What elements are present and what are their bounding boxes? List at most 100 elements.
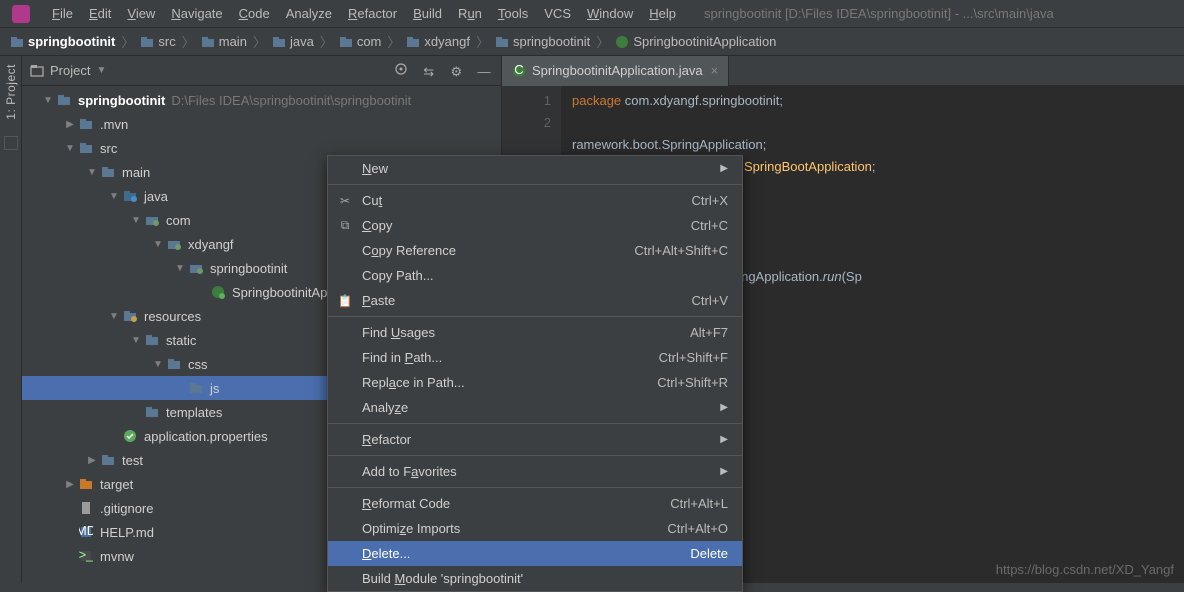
menu-item[interactable]: ⧉CopyCtrl+C: [328, 213, 742, 238]
menu-build[interactable]: Build: [405, 6, 450, 21]
tree-label: css: [188, 357, 208, 372]
code-line[interactable]: package com.xdyangf.springbootinit;: [572, 90, 1174, 112]
bookmark-icon[interactable]: [4, 136, 18, 150]
menu-item[interactable]: Reformat CodeCtrl+Alt+L: [328, 491, 742, 516]
breadcrumb-item[interactable]: 〉xdyangf: [381, 32, 470, 51]
tree-label: application.properties: [144, 429, 268, 444]
tree-label: resources: [144, 309, 201, 324]
breadcrumb: springbootinit〉src〉main〉java〉com〉xdyangf…: [0, 28, 1184, 56]
tree-arrow-icon[interactable]: ▼: [174, 263, 186, 274]
tree-arrow-icon[interactable]: ▼: [130, 335, 142, 346]
menu-item[interactable]: Add to Favorites▶: [328, 459, 742, 484]
breadcrumb-item[interactable]: 〉springbootinit: [470, 32, 590, 51]
menu-shortcut: Ctrl+C: [691, 218, 728, 233]
editor-tab[interactable]: C SpringbootinitApplication.java ×: [502, 56, 729, 86]
sh-icon: >_: [78, 548, 94, 564]
menu-tools[interactable]: Tools: [490, 6, 536, 21]
blank-icon: [336, 571, 354, 587]
tree-node-springbootinit[interactable]: ▼springbootinitD:\Files IDEA\springbooti…: [22, 88, 501, 112]
hide-icon[interactable]: —: [475, 63, 493, 81]
menu-item[interactable]: Copy Path...: [328, 263, 742, 288]
folder-icon: [495, 35, 509, 49]
code-line[interactable]: [572, 112, 1174, 134]
settings-icon[interactable]: ⚙: [447, 63, 465, 81]
menu-item[interactable]: Build Module 'springbootinit': [328, 566, 742, 591]
menu-item[interactable]: Refactor▶: [328, 427, 742, 452]
menu-item[interactable]: Find UsagesAlt+F7: [328, 320, 742, 345]
tree-arrow-icon[interactable]: ▼: [152, 239, 164, 250]
expand-all-icon[interactable]: ⇆: [420, 63, 438, 81]
menu-label: Build Module 'springbootinit': [362, 571, 728, 586]
menu-run[interactable]: Run: [450, 6, 490, 21]
tree-node--mvn[interactable]: ▶.mvn: [22, 112, 501, 136]
tree-arrow-icon[interactable]: ▼: [108, 311, 120, 322]
menu-window[interactable]: Window: [579, 6, 641, 21]
menu-code[interactable]: Code: [231, 6, 278, 21]
locate-icon[interactable]: [392, 60, 410, 78]
blank-icon: [336, 464, 354, 480]
menu-separator: [328, 423, 742, 424]
svg-text:C: C: [514, 64, 523, 77]
menu-shortcut: Ctrl+Shift+F: [659, 350, 728, 365]
menu-help[interactable]: Help: [641, 6, 684, 21]
project-view-title[interactable]: Project: [50, 63, 90, 78]
breadcrumb-item[interactable]: 〉java: [247, 32, 314, 51]
project-tool-label[interactable]: 1: Project: [4, 64, 18, 120]
tree-label: com: [166, 213, 191, 228]
folder-icon: [201, 35, 215, 49]
tree-arrow-icon[interactable]: ▼: [108, 191, 120, 202]
breadcrumb-item[interactable]: springbootinit: [10, 34, 115, 49]
folder-icon: [144, 404, 160, 420]
tree-arrow-icon[interactable]: ▼: [86, 167, 98, 178]
breadcrumb-item[interactable]: 〉SpringbootinitApplication: [590, 32, 776, 51]
menu-item[interactable]: New▶: [328, 156, 742, 181]
folder-icon: [406, 35, 420, 49]
tool-window-rail: 1: Project: [0, 56, 22, 583]
tree-arrow-icon[interactable]: ▶: [86, 455, 98, 466]
menu-analyze[interactable]: Analyze: [278, 6, 340, 21]
tree-label: xdyangf: [188, 237, 234, 252]
folder-icon: [100, 164, 116, 180]
context-menu[interactable]: New▶ ✂CutCtrl+X⧉CopyCtrl+CCopy ReferenceC…: [327, 155, 743, 592]
menu-item[interactable]: 📋PasteCtrl+V: [328, 288, 742, 313]
breadcrumb-item[interactable]: 〉com: [314, 32, 382, 51]
menu-edit[interactable]: Edit: [81, 6, 119, 21]
tree-arrow-icon[interactable]: ▼: [130, 215, 142, 226]
tree-label: springbootinit: [210, 261, 287, 276]
menu-file[interactable]: File: [44, 6, 81, 21]
menu-item[interactable]: Analyze▶: [328, 395, 742, 420]
menu-item[interactable]: Delete...Delete: [328, 541, 742, 566]
menu-label: Find Usages: [362, 325, 690, 340]
menu-separator: [328, 316, 742, 317]
close-tab-icon[interactable]: ×: [711, 63, 719, 78]
folder-icon: [56, 92, 72, 108]
menu-item[interactable]: Replace in Path...Ctrl+Shift+R: [328, 370, 742, 395]
menu-item[interactable]: ✂CutCtrl+X: [328, 188, 742, 213]
menu-navigate[interactable]: Navigate: [163, 6, 230, 21]
folder-target-icon: [78, 476, 94, 492]
menu-item[interactable]: Copy ReferenceCtrl+Alt+Shift+C: [328, 238, 742, 263]
breadcrumb-item[interactable]: 〉main: [176, 32, 247, 51]
dropdown-icon[interactable]: ▼: [96, 65, 106, 76]
breadcrumb-item[interactable]: 〉src: [115, 32, 175, 51]
blank-icon: [336, 375, 354, 391]
menu-vcs[interactable]: VCS: [536, 6, 579, 21]
folder-icon: [144, 332, 160, 348]
tree-arrow-icon[interactable]: ▼: [64, 143, 76, 154]
tree-arrow-icon[interactable]: ▼: [152, 359, 164, 370]
menu-view[interactable]: View: [119, 6, 163, 21]
tree-arrow-icon[interactable]: ▶: [64, 119, 76, 130]
project-toolbar: Project ▼ ⇆ ⚙ —: [22, 56, 501, 86]
menu-refactor[interactable]: Refactor: [340, 6, 405, 21]
tree-arrow-icon[interactable]: ▼: [42, 95, 54, 106]
menu-item[interactable]: Optimize ImportsCtrl+Alt+O: [328, 516, 742, 541]
folder-icon: [78, 116, 94, 132]
menu-item[interactable]: Find in Path...Ctrl+Shift+F: [328, 345, 742, 370]
menu-separator: [328, 487, 742, 488]
editor-tabs: C SpringbootinitApplication.java ×: [502, 56, 1184, 86]
menu-shortcut: Ctrl+V: [692, 293, 728, 308]
folder-icon: [10, 35, 24, 49]
code-line[interactable]: ramework.boot.SpringApplication;: [572, 134, 1174, 156]
tree-arrow-icon[interactable]: ▶: [64, 479, 76, 490]
tree-label: main: [122, 165, 150, 180]
